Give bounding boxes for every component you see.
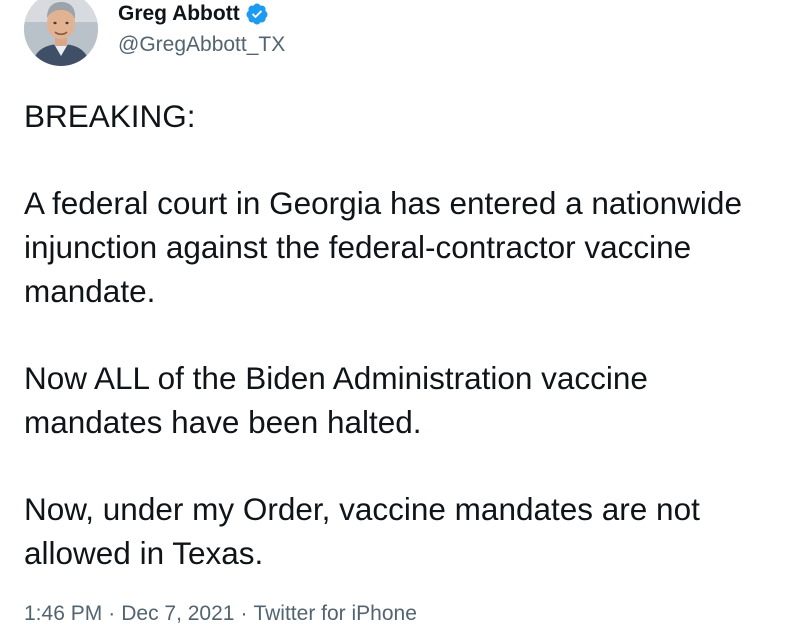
tweet-source[interactable]: Twitter for iPhone [253, 602, 416, 625]
tweet-line: A federal court in Georgia has entered a… [24, 185, 742, 221]
tweet: Greg Abbott @GregAbbott_TX BREAKING: A f… [0, 0, 809, 629]
tweet-date[interactable]: Dec 7, 2021 [121, 602, 234, 625]
author-handle[interactable]: @GregAbbott_TX [118, 31, 285, 59]
tweet-text: BREAKING: A federal court in Georgia has… [24, 94, 809, 575]
avatar[interactable] [24, 0, 98, 66]
verified-badge-icon [245, 2, 269, 26]
tweet-line: BREAKING: [24, 98, 196, 134]
author-display-name[interactable]: Greg Abbott [118, 0, 269, 29]
tweet-line: injunction against the federal-contracto… [24, 229, 692, 265]
tweet-line: allowed in Texas. [24, 535, 264, 571]
author-name-text: Greg Abbott [118, 2, 240, 25]
meta-separator: · [108, 602, 116, 625]
tweet-time[interactable]: 1:46 PM [24, 602, 102, 625]
avatar-image [24, 0, 98, 66]
tweet-line: mandates have been halted. [24, 404, 422, 440]
tweet-line: mandate. [24, 273, 156, 309]
tweet-meta: 1:46 PM · Dec 7, 2021 · Twitter for iPhone [24, 599, 417, 629]
tweet-line: Now, under my Order, vaccine mandates ar… [24, 491, 700, 527]
tweet-line: Now ALL of the Biden Administration vacc… [24, 360, 648, 396]
meta-separator: · [240, 602, 248, 625]
